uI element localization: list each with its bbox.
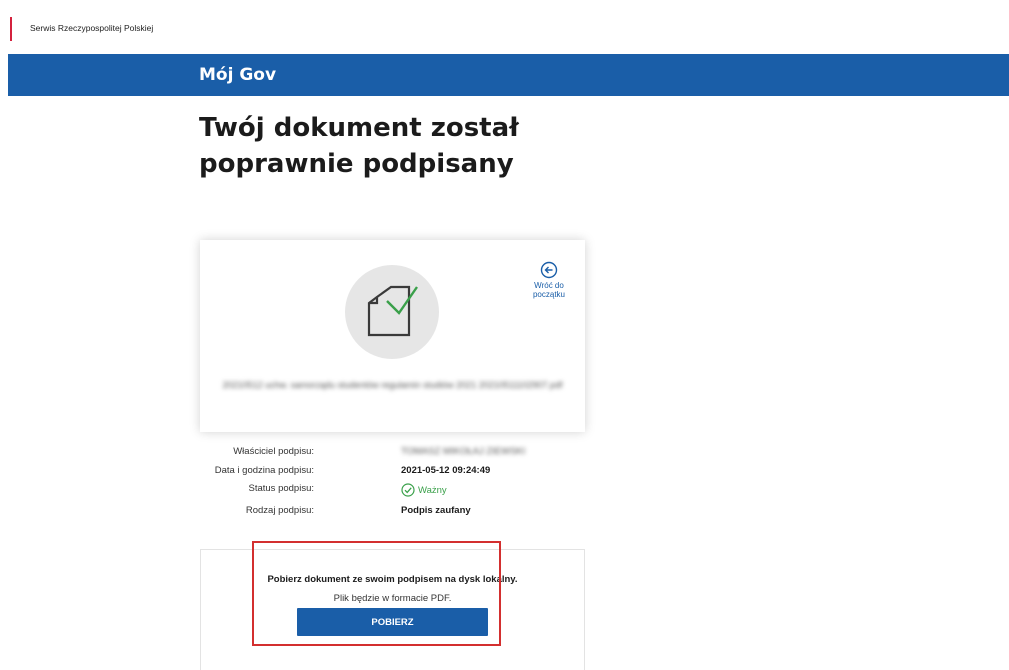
service-accent-bar (10, 17, 12, 41)
type-label: Rodzaj podpisu: (245, 505, 314, 516)
page-title: Twój dokument został poprawnie podpisany (199, 113, 519, 179)
document-status-circle (345, 265, 439, 359)
status-row: Status podpisu: Ważny (200, 483, 585, 497)
type-value: Podpis zaufany (401, 505, 471, 516)
highlight-annotation (252, 541, 501, 646)
owner-label: Właściciel podpisu: (233, 446, 314, 457)
status-value: Ważny (401, 483, 447, 497)
back-to-start-link[interactable]: Wróć do początku (527, 261, 571, 299)
owner-value: TOMASZ MIKOŁAJ ZIEWSKI (401, 446, 526, 457)
file-name: 20210512 uchw. samorządu studentów regul… (222, 380, 563, 390)
brand-bar: Mój Gov (8, 54, 1009, 96)
document-card: Wróć do początku 20210512 uchw. samorząd… (200, 240, 585, 432)
status-label: Status podpisu: (248, 483, 315, 494)
signed-document-icon (367, 285, 418, 337)
type-row: Rodzaj podpisu: Podpis zaufany (200, 505, 585, 519)
status-text: Ważny (418, 484, 447, 496)
arrow-left-circle-icon (540, 261, 558, 279)
datetime-label: Data i godzina podpisu: (214, 465, 314, 476)
service-name[interactable]: Serwis Rzeczypospolitej Polskiej (30, 23, 153, 33)
check-circle-icon (401, 483, 415, 497)
brand-name[interactable]: Mój Gov (199, 65, 276, 85)
datetime-value: 2021-05-12 09:24:49 (401, 465, 491, 476)
owner-row: Właściciel podpisu: TOMASZ MIKOŁAJ ZIEWS… (200, 446, 585, 460)
service-header: Serwis Rzeczypospolitej Polskiej (0, 0, 1009, 54)
datetime-row: Data i godzina podpisu: 2021-05-12 09:24… (200, 465, 585, 479)
back-to-start-label: Wróć do początku (532, 281, 566, 299)
